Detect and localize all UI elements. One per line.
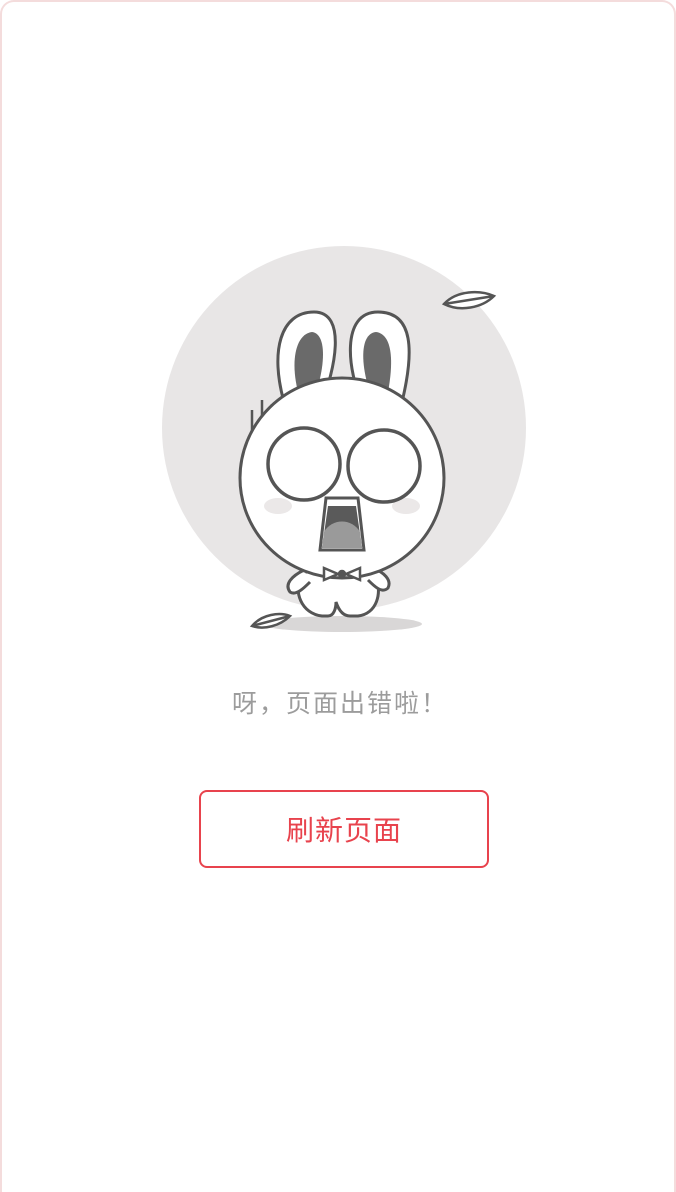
error-page: 呀，页面出错啦！ 刷新页面	[0, 0, 676, 1192]
rabbit-mouth	[318, 496, 366, 552]
rabbit-illustration	[152, 242, 532, 642]
bow-tie-icon	[322, 566, 362, 582]
surprised-rabbit-icon	[162, 246, 526, 632]
error-message: 呀，页面出错啦！	[231, 689, 448, 718]
eye-left	[266, 426, 342, 502]
blush-left	[264, 498, 292, 514]
eye-right	[346, 428, 422, 504]
refresh-page-button[interactable]: 刷新页面	[199, 790, 489, 868]
